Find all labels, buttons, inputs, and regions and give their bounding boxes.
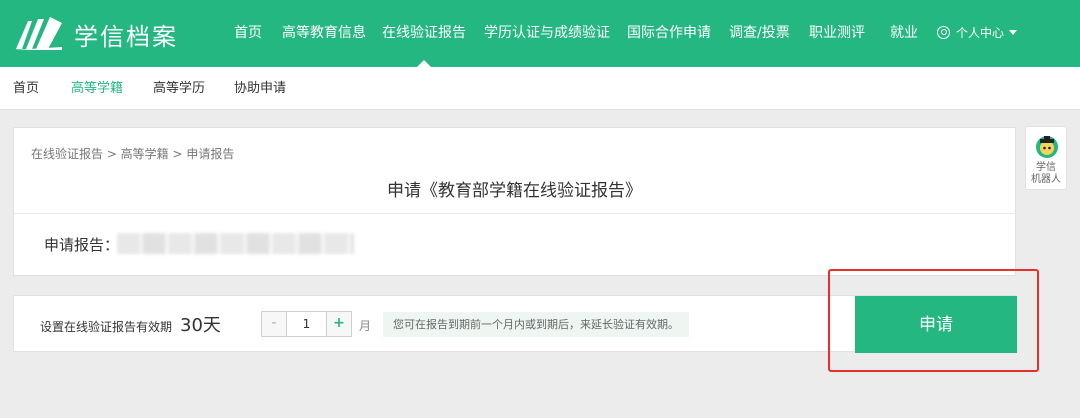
validity-days: 30天 bbox=[180, 315, 221, 336]
assistant-robot-widget[interactable]: 学信 机器人 bbox=[1025, 126, 1067, 190]
unit-label: 月 bbox=[359, 319, 372, 333]
redacted-report-value bbox=[117, 233, 354, 254]
nav-degree-certification[interactable]: 学历认证与成绩验证 bbox=[484, 0, 610, 67]
divider bbox=[14, 213, 1015, 214]
user-center-menu[interactable]: 个人中心 bbox=[937, 0, 1018, 67]
month-quantity-input[interactable] bbox=[287, 312, 326, 336]
page-title: 申请《教育部学籍在线验证报告》 bbox=[387, 181, 642, 201]
robot-label-line2: 机器人 bbox=[1031, 174, 1061, 185]
robot-avatar-icon bbox=[1036, 136, 1058, 158]
nav-international-cooperation[interactable]: 国际合作申请 bbox=[627, 0, 711, 67]
top-navbar: 学信档案 首页 高等教育信息 在线验证报告 学历认证与成绩验证 国际合作申请 调… bbox=[0, 0, 1080, 67]
validity-hint: 您可在报告到期前一个月内或到期后，来延长验证有效期。 bbox=[383, 312, 689, 337]
sub-navbar: 首页 高等学籍 高等学历 协助申请 bbox=[0, 67, 1080, 110]
breadcrumb: 在线验证报告 > 高等学籍 > 申请报告 bbox=[31, 147, 235, 161]
nav-career-assessment[interactable]: 职业测评 bbox=[809, 0, 865, 67]
nav-higher-education-info[interactable]: 高等教育信息 bbox=[282, 0, 366, 67]
subnav-higher-degree[interactable]: 高等学历 bbox=[153, 67, 205, 110]
nav-home[interactable]: 首页 bbox=[234, 0, 262, 67]
nav-employment[interactable]: 就业 bbox=[890, 0, 918, 67]
validity-card: 设置在线验证报告有效期 30天 - + 月 您可在报告到期前一个月内或到期后，来… bbox=[13, 295, 1017, 353]
subnav-assist-application[interactable]: 协助申请 bbox=[234, 67, 286, 110]
subnav-home[interactable]: 首页 bbox=[13, 67, 39, 110]
chevron-down-icon bbox=[1009, 30, 1018, 35]
user-icon bbox=[937, 26, 950, 39]
validity-month-stepper: - + bbox=[261, 311, 352, 337]
increment-button[interactable]: + bbox=[326, 312, 351, 336]
brand-logo[interactable]: 学信档案 bbox=[14, 14, 178, 54]
report-label: 申请报告： bbox=[44, 236, 120, 254]
robot-label-line1: 学信 bbox=[1036, 162, 1056, 173]
validity-label: 设置在线验证报告有效期 bbox=[40, 320, 173, 334]
book-logo-icon bbox=[14, 17, 62, 50]
apply-button[interactable]: 申请 bbox=[855, 296, 1017, 353]
report-info-card: 在线验证报告 > 高等学籍 > 申请报告 申请《教育部学籍在线验证报告》 申请报… bbox=[13, 127, 1016, 276]
brand-name: 学信档案 bbox=[74, 22, 178, 51]
user-center-label: 个人中心 bbox=[956, 26, 1005, 40]
decrement-button[interactable]: - bbox=[262, 312, 287, 336]
subnav-higher-student-status[interactable]: 高等学籍 bbox=[71, 67, 123, 110]
nav-online-verification-report[interactable]: 在线验证报告 bbox=[382, 0, 466, 67]
nav-survey-vote[interactable]: 调查/投票 bbox=[729, 0, 790, 67]
